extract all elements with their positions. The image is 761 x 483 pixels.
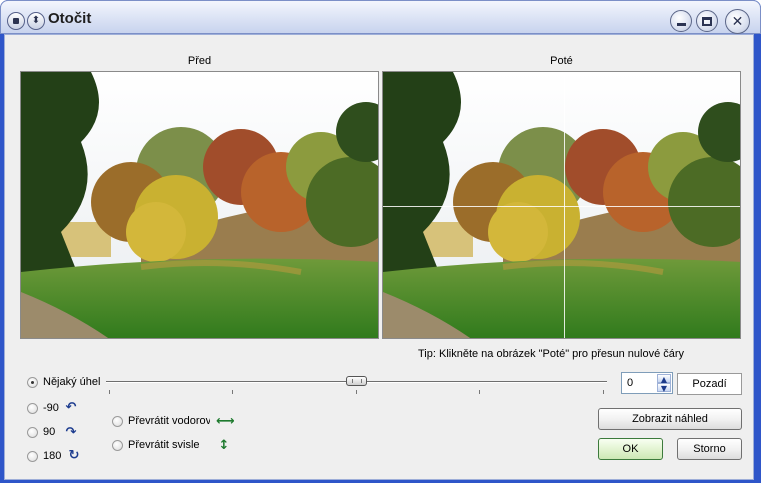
close-button[interactable]: ✕ — [725, 9, 750, 34]
radio-rotate-90-label: 90 — [43, 426, 56, 438]
radio-rotate-90-dot[interactable] — [27, 426, 38, 438]
angle-slider-thumb[interactable] — [346, 376, 367, 386]
maximize-icon — [702, 16, 712, 26]
before-label: Před — [187, 55, 212, 67]
ok-button[interactable]: OK — [598, 438, 663, 460]
minimize-icon — [676, 22, 686, 26]
slider-tick — [603, 390, 604, 394]
close-icon: ✕ — [731, 13, 744, 30]
radio-flip-vertical-dot[interactable] — [112, 439, 123, 451]
window-title: Otočit — [48, 10, 92, 27]
radio-rotate-180[interactable]: 180 — [27, 450, 61, 462]
system-menu-icon[interactable] — [7, 12, 25, 30]
cancel-button[interactable]: Storno — [677, 438, 742, 460]
slider-tick — [109, 390, 110, 394]
title-bar[interactable]: ⬍ Otočit ✕ — [0, 0, 761, 34]
radio-rotate-90[interactable]: 90 — [27, 426, 55, 438]
before-preview-image — [20, 71, 379, 339]
spinner-up-icon[interactable]: ▲ — [657, 374, 671, 384]
maximize-button[interactable] — [696, 10, 718, 32]
radio-rotate-180-dot[interactable] — [27, 450, 38, 462]
window-menu-icon[interactable]: ⬍ — [27, 12, 45, 30]
background-button[interactable]: Pozadí — [677, 373, 742, 395]
angle-spinner-value: 0 — [627, 377, 634, 389]
after-preview-image[interactable] — [382, 71, 741, 339]
radio-rotate-180-label: 180 — [43, 450, 62, 462]
radio-rotate-minus-90[interactable]: -90 — [27, 402, 59, 414]
radio-rotate-minus-90-dot[interactable] — [27, 402, 38, 414]
flip-horizontal-icon: ⟷ — [216, 414, 235, 429]
radio-custom-angle-dot[interactable] — [27, 376, 38, 388]
horizontal-zero-line[interactable] — [383, 206, 740, 207]
radio-flip-horizontal[interactable]: Převrátit vodorovně — [112, 415, 210, 427]
radio-custom-angle-label: Nějaký úhel — [43, 376, 101, 388]
radio-custom-angle[interactable]: Nějaký úhel — [27, 376, 100, 388]
after-label: Poté — [550, 55, 573, 67]
rotate-cw-icon: ↷ — [65, 425, 77, 440]
radio-rotate-minus-90-label: -90 — [43, 402, 59, 414]
radio-flip-vertical[interactable]: Převrátit svisle — [112, 439, 200, 451]
radio-flip-horizontal-label: Převrátit vodorovně — [128, 415, 210, 427]
window-menu-glyph: ⬍ — [31, 15, 41, 26]
rotate-dialog-window: ⬍ Otočit ✕ Před Poté Tip: Klikněte na ob… — [0, 0, 761, 483]
spinner-down-icon[interactable]: ▼ — [657, 383, 671, 393]
rotate-180-icon: ↻ — [68, 448, 80, 463]
slider-tick — [356, 390, 357, 394]
slider-tick — [479, 390, 480, 394]
radio-flip-horizontal-dot[interactable] — [112, 415, 123, 427]
dialog-client-area: Před Poté Tip: Klikněte na obrázek "Poté… — [4, 34, 754, 480]
flip-vertical-icon: ↕ — [218, 438, 230, 453]
radio-flip-vertical-label: Převrátit svisle — [128, 439, 200, 451]
slider-tick — [232, 390, 233, 394]
minimize-button[interactable] — [670, 10, 692, 32]
tip-text: Tip: Klikněte na obrázek "Poté" pro přes… — [418, 348, 685, 360]
angle-spinner[interactable]: 0 ▲ ▼ — [621, 372, 673, 394]
autumn-park-photo-before — [21, 72, 378, 338]
rotate-ccw-icon: ↶ — [65, 400, 77, 415]
show-preview-button[interactable]: Zobrazit náhled — [598, 408, 742, 430]
